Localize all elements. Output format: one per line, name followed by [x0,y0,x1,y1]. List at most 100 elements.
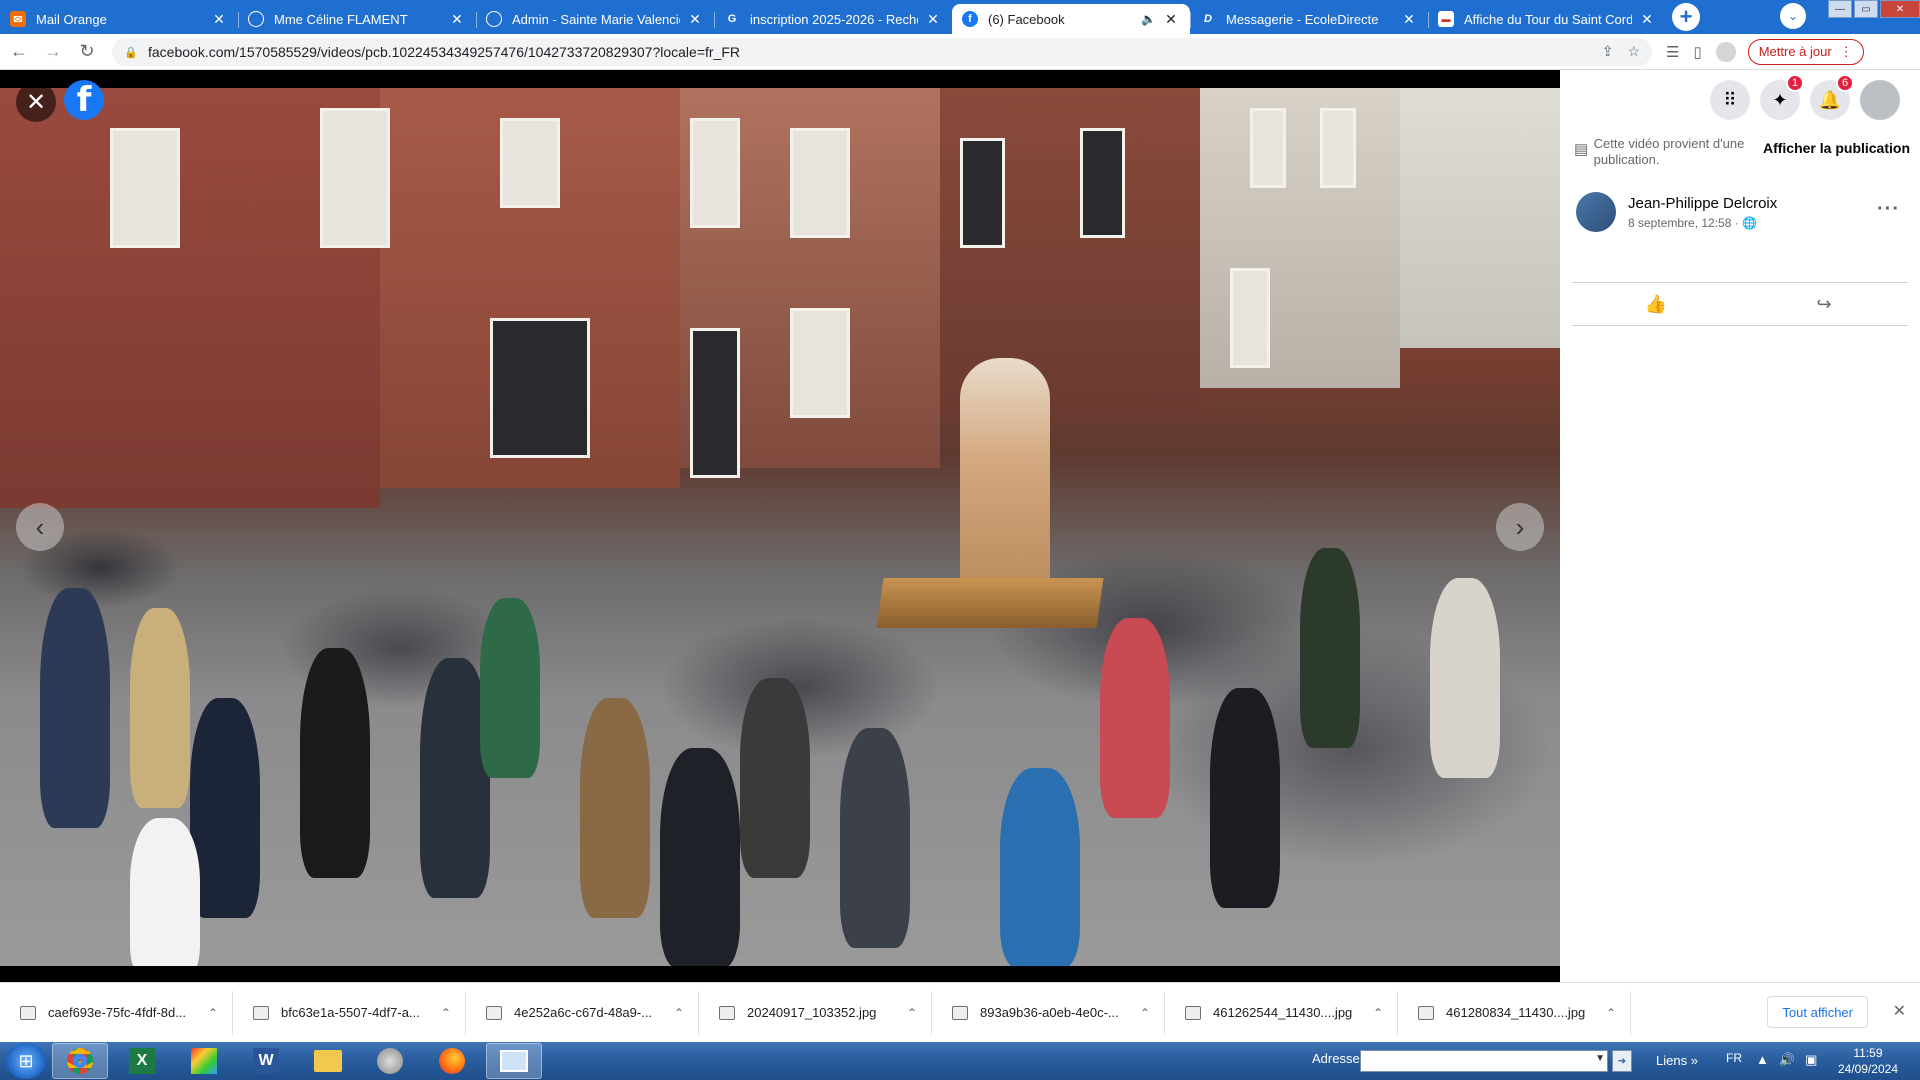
maximize-icon[interactable]: ▭ [1854,0,1878,18]
links-toolbar[interactable]: Liens » [1656,1053,1698,1068]
show-post-link[interactable]: Afficher la publication [1763,140,1910,156]
window [500,118,560,208]
close-window-icon[interactable]: ✕ [1880,0,1920,18]
share-icon[interactable]: ⇪ [1602,43,1614,60]
language-indicator[interactable]: FR [1726,1051,1742,1065]
previous-arrow-icon[interactable]: ‹ [16,503,64,551]
facebook-logo-icon[interactable]: f [64,80,104,120]
side-panel-icon[interactable]: ▯ [1693,43,1701,61]
windows-taskbar: ⊞ X W Adresse ▼ ➔ Liens » FR ▲ 🔊 ▣ 11:59… [0,1042,1920,1080]
close-icon[interactable]: ✕ [1893,1001,1906,1021]
chevron-up-icon[interactable]: ⌃ [1606,1006,1616,1020]
update-button[interactable]: Mettre à jour ⋮ [1747,38,1864,65]
download-item[interactable]: 461280834_11430....jpg ⌃ [1398,990,1631,1035]
image-file-icon [1418,1005,1434,1020]
chevron-up-icon[interactable]: ⌃ [907,1006,917,1020]
bookmark-star-icon[interactable]: ☆ [1627,43,1640,60]
author-avatar[interactable] [1576,192,1616,232]
chrome-icon[interactable] [52,1043,108,1079]
author-name[interactable]: Jean-Philippe Delcroix [1628,195,1777,212]
download-item[interactable]: 461262544_11430....jpg ⌃ [1165,990,1398,1035]
tray-expand-icon[interactable]: ▲ [1756,1052,1769,1068]
reload-icon[interactable]: ↻ [72,37,102,67]
image-file-icon [1185,1005,1201,1020]
window [1230,268,1270,368]
minimize-icon[interactable]: — [1828,0,1852,18]
window [1320,108,1356,188]
close-tab-icon[interactable]: ✕ [924,11,942,28]
close-tab-icon[interactable]: ✕ [1638,11,1656,28]
firefox-icon[interactable] [424,1043,480,1079]
reading-list-icon[interactable]: ☰ [1666,43,1679,61]
account-avatar[interactable] [1860,80,1900,120]
excel-icon[interactable]: X [114,1043,170,1079]
post-date: 8 septembre, 12:58 · 🌐 [1628,216,1777,230]
window [790,308,850,418]
next-arrow-icon[interactable]: › [1496,503,1544,551]
post-author: Jean-Philippe Delcroix 8 septembre, 12:5… [1576,192,1777,232]
media-player-icon[interactable] [362,1043,418,1079]
address-bar[interactable]: 🔒 facebook.com/1570585529/videos/pcb.102… [112,37,1652,66]
chevron-up-icon[interactable]: ⌃ [208,1006,218,1020]
volume-icon[interactable]: 🔊 [1779,1052,1795,1068]
post-date-text[interactable]: 8 septembre, 12:58 · [1628,216,1739,230]
new-tab-button[interactable]: + [1672,3,1700,31]
person [1100,618,1170,818]
speaker-icon[interactable]: 🔈 [1141,12,1156,26]
show-all-downloads-button[interactable]: Tout afficher [1767,996,1868,1028]
building-far-right [1400,88,1560,348]
notifications-bell-icon[interactable]: 🔔 6 [1810,74,1854,120]
tab-title: Mail Orange [36,11,107,27]
person [740,678,810,878]
paint-icon[interactable] [176,1043,232,1079]
facebook-icon: f [962,11,978,27]
tab-affiche-saint-cordon[interactable]: ▬ Affiche du Tour du Saint Cordon ✕ [1428,4,1666,34]
chevron-up-icon[interactable]: ⌃ [674,1006,684,1020]
tab-admin-sainte-marie[interactable]: Admin - Sainte Marie Valenciennes ✕ [476,4,714,34]
close-tab-icon[interactable]: ✕ [1162,11,1180,28]
tab-ecoledirecte[interactable]: D Messagerie - EcoleDirecte ✕ [1190,4,1428,34]
tab-search-icon[interactable]: ⌄ [1780,3,1806,29]
back-arrow-icon[interactable]: ← [4,37,34,67]
chevron-up-icon[interactable]: ⌃ [1140,1006,1150,1020]
like-icon[interactable]: 👍 [1572,283,1740,325]
close-tab-icon[interactable]: ✕ [686,11,704,28]
download-item[interactable]: caef693e-75fc-4fdf-8d... ⌃ [0,990,233,1035]
folder-icon[interactable] [300,1043,356,1079]
forward-arrow-icon[interactable]: → [38,37,68,67]
address-toolbar-input[interactable]: ▼ [1360,1050,1608,1072]
screenshot-tool-icon[interactable] [486,1043,542,1079]
download-filename: 461262544_11430....jpg [1213,1005,1353,1020]
messenger-icon[interactable]: ✦ 1 [1760,74,1804,120]
close-tab-icon[interactable]: ✕ [1400,11,1418,28]
tab-mail-orange[interactable]: ✉ Mail Orange ✕ [0,4,238,34]
go-arrow-icon[interactable]: ➔ [1612,1050,1632,1072]
profile-avatar[interactable] [1715,41,1736,62]
close-tab-icon[interactable]: ✕ [448,11,466,28]
download-item[interactable]: 893a9b36-a0eb-4e0c-... ⌃ [932,990,1165,1035]
chevron-down-icon[interactable]: ▼ [1595,1053,1605,1064]
tab-facebook[interactable]: f (6) Facebook 🔈 ✕ [952,4,1190,34]
close-tab-icon[interactable]: ✕ [210,11,228,28]
video-frame[interactable] [0,88,1560,966]
network-icon[interactable]: ▣ [1805,1052,1817,1068]
tab-title: (6) Facebook [988,11,1065,27]
word-icon[interactable]: W [238,1043,294,1079]
download-item[interactable]: 4e252a6c-c67d-48a9-... ⌃ [466,990,699,1035]
system-clock[interactable]: 11:59 24/09/2024 [1838,1045,1898,1077]
download-item[interactable]: bfc63e1a-5507-4df7-a... ⌃ [233,990,466,1035]
download-item[interactable]: 20240917_103352.jpg ⌃ [699,990,932,1035]
chevron-up-icon[interactable]: ⌃ [1373,1006,1383,1020]
video-viewer[interactable]: ✕ f ‹ › [0,70,1560,982]
tab-title: inscription 2025-2026 - Recherche [750,11,918,27]
menu-grid-icon[interactable]: ⠿ [1710,80,1750,120]
more-options-icon[interactable]: ··· [1877,198,1900,221]
pdf-icon: ▬ [1438,11,1454,27]
start-button-icon[interactable]: ⊞ [6,1043,46,1079]
close-icon[interactable]: ✕ [16,82,56,122]
person [190,698,260,918]
share-arrow-icon[interactable]: ↪ [1740,283,1908,325]
tab-celine-flament[interactable]: Mme Céline FLAMENT ✕ [238,4,476,34]
chevron-up-icon[interactable]: ⌃ [441,1006,451,1020]
tab-google-search[interactable]: G inscription 2025-2026 - Recherche ✕ [714,4,952,34]
